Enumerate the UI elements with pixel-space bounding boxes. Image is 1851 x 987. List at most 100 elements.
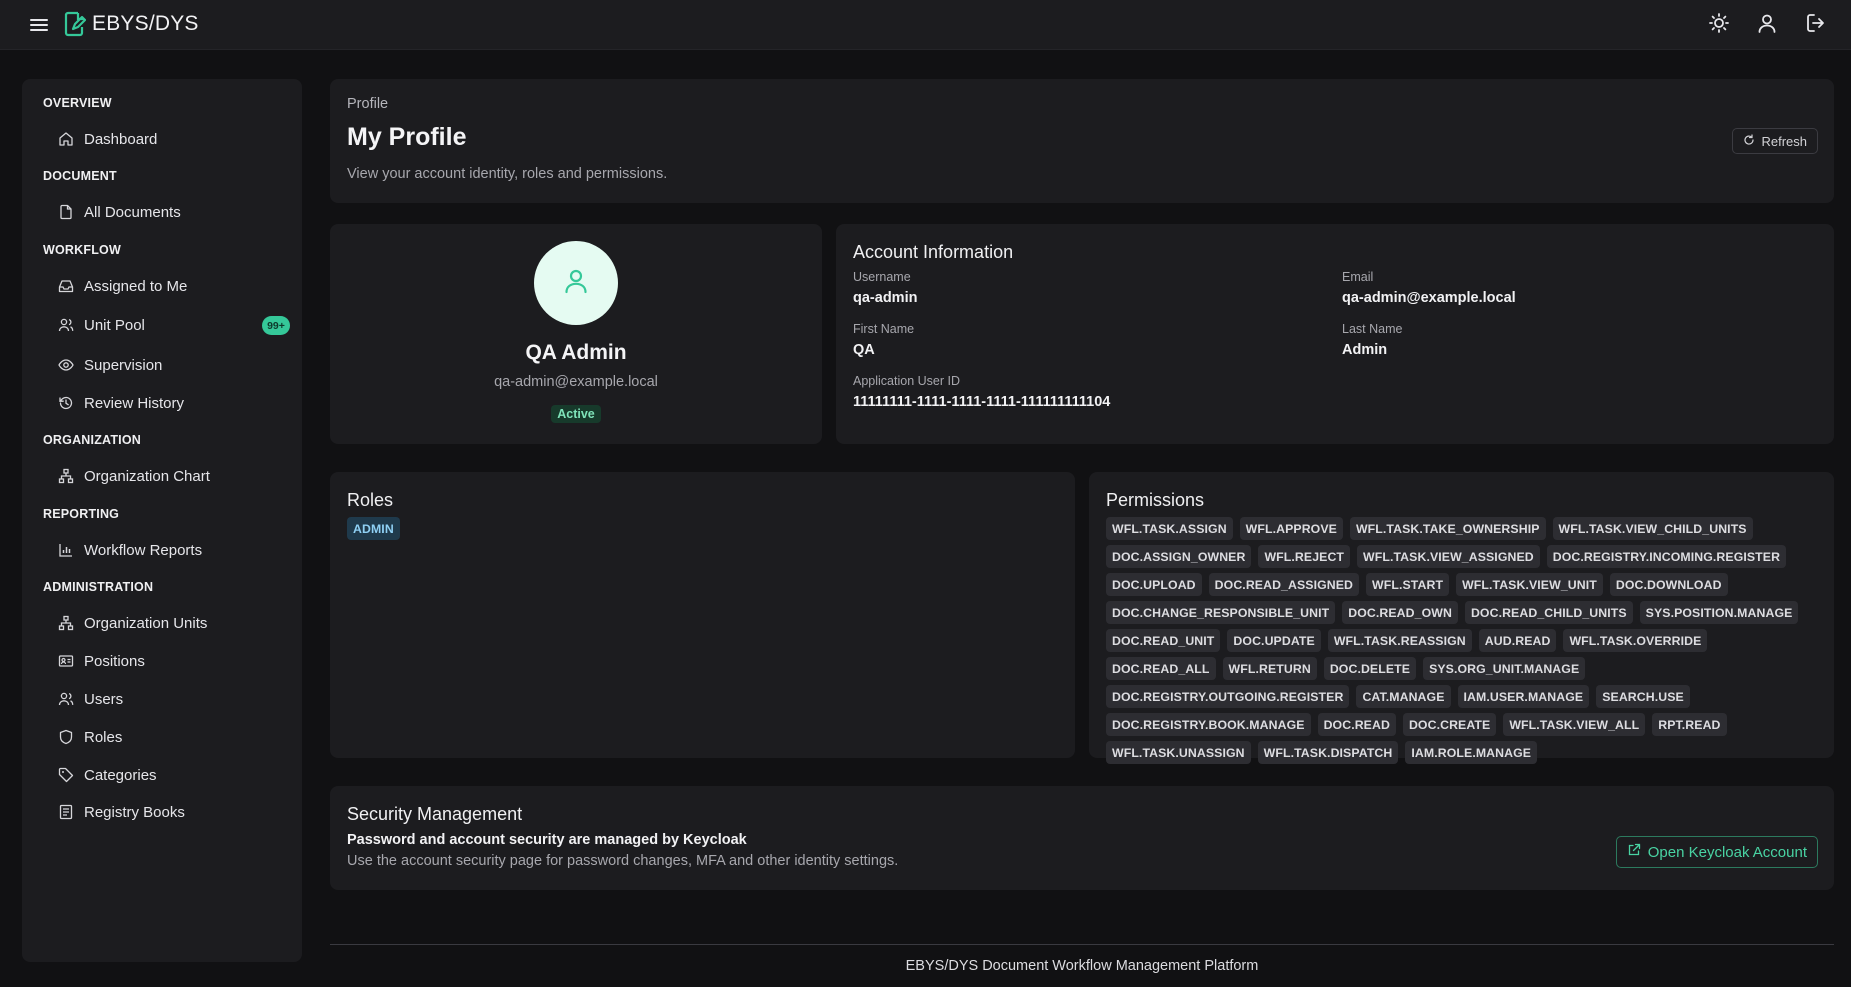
sun-icon <box>1708 13 1730 38</box>
security-management-card: Security Management Password and account… <box>330 786 1834 890</box>
permission-chip: WFL.TASK.REASSIGN <box>1327 629 1472 652</box>
email-value: qa-admin@example.local <box>1342 290 1516 306</box>
permission-chip: IAM.USER.MANAGE <box>1457 685 1590 708</box>
profile-name: QA Admin <box>525 341 627 364</box>
refresh-label: Refresh <box>1761 133 1807 149</box>
permission-chip: DOC.ASSIGN_OWNER <box>1106 545 1252 568</box>
shield-icon <box>58 729 74 745</box>
sidebar-item-supervision[interactable]: Supervision <box>58 350 290 380</box>
permission-chip: DOC.REGISTRY.INCOMING.REGISTER <box>1546 545 1787 568</box>
permission-chip: WFL.TASK.DISPATCH <box>1257 741 1399 764</box>
permission-chip: DOC.REGISTRY.BOOK.MANAGE <box>1106 713 1311 736</box>
profile-button[interactable] <box>1756 12 1782 38</box>
page-title: My Profile <box>347 123 467 151</box>
permission-chip: DOC.CREATE <box>1402 713 1497 736</box>
account-information-card: Account Information Username qa-admin Em… <box>836 224 1834 444</box>
menu-icon[interactable] <box>28 14 50 36</box>
network-icon <box>58 615 74 631</box>
username-label: Username <box>853 270 911 284</box>
sidebar-item-roles[interactable]: Roles <box>58 722 290 752</box>
footer-divider <box>330 944 1834 945</box>
sidebar-item-label: Unit Pool <box>84 316 145 334</box>
permission-chip: SEARCH.USE <box>1596 685 1690 708</box>
bar-chart-icon <box>58 542 74 558</box>
open-keycloak-account-button[interactable]: Open Keycloak Account <box>1615 836 1818 868</box>
app-user-id-label: Application User ID <box>853 374 960 388</box>
brand[interactable]: EBYS/DYS <box>64 11 199 37</box>
refresh-icon <box>1743 133 1761 149</box>
page-header: Profile My Profile View your account ide… <box>330 79 1834 203</box>
theme-toggle-button[interactable] <box>1708 12 1734 38</box>
permission-chip: SYS.POSITION.MANAGE <box>1639 601 1799 624</box>
permissions-title: Permissions <box>1106 490 1205 510</box>
sidebar-item-registry-books[interactable]: Registry Books <box>58 797 290 827</box>
sidebar-item-unit-pool[interactable]: Unit Pool 99+ <box>58 310 290 340</box>
sidebar-item-organization-units[interactable]: Organization Units <box>58 608 290 638</box>
permission-chip: RPT.READ <box>1652 713 1727 736</box>
permission-chip: DOC.DOWNLOAD <box>1609 573 1728 596</box>
sidebar-item-organization-chart[interactable]: Organization Chart <box>58 461 290 491</box>
permission-chip: DOC.UPLOAD <box>1106 573 1202 596</box>
permission-chip: WFL.TASK.OVERRIDE <box>1563 629 1708 652</box>
section-title-reporting: REPORTING <box>43 507 120 521</box>
security-title: Security Management <box>347 804 523 824</box>
sidebar-item-assigned-to-me[interactable]: Assigned to Me <box>58 271 290 301</box>
top-bar: EBYS/DYS <box>0 0 1851 50</box>
home-icon <box>58 131 74 147</box>
sidebar-item-categories[interactable]: Categories <box>58 760 290 790</box>
user-icon <box>1756 14 1778 38</box>
footer-text: EBYS/DYS Document Workflow Management Pl… <box>905 958 1259 974</box>
status-wrap: Active <box>330 405 822 423</box>
sidebar-item-label: Categories <box>84 766 157 784</box>
sidebar-item-all-documents[interactable]: All Documents <box>58 197 290 227</box>
eye-icon <box>58 357 74 373</box>
permission-chip: WFL.REJECT <box>1258 545 1351 568</box>
sidebar-item-workflow-reports[interactable]: Workflow Reports <box>58 535 290 565</box>
permission-chip: DOC.READ <box>1317 713 1396 736</box>
user-icon <box>561 266 591 301</box>
permission-chip: WFL.TASK.TAKE_OWNERSHIP <box>1349 517 1546 540</box>
app-title: EBYS/DYS <box>92 12 199 35</box>
permission-chip: DOC.READ_OWN <box>1342 601 1458 624</box>
first-name-label: First Name <box>853 322 915 336</box>
permission-chip: CAT.MANAGE <box>1356 685 1451 708</box>
permission-chip: DOC.REGISTRY.OUTGOING.REGISTER <box>1106 685 1350 708</box>
logout-button[interactable] <box>1805 12 1831 38</box>
sidebar-item-label: Assigned to Me <box>84 277 188 295</box>
permission-chip: DOC.READ_ASSIGNED <box>1208 573 1360 596</box>
sidebar-item-label: All Documents <box>84 203 181 221</box>
sidebar-item-review-history[interactable]: Review History <box>58 388 290 418</box>
permission-chip: WFL.START <box>1366 573 1450 596</box>
refresh-button[interactable]: Refresh <box>1732 128 1818 154</box>
sidebar-item-label: Users <box>84 690 124 708</box>
sidebar-item-label: Roles <box>84 728 123 746</box>
permission-chip: WFL.TASK.VIEW_ASSIGNED <box>1357 545 1540 568</box>
users-icon <box>58 691 74 707</box>
sidebar-item-users[interactable]: Users <box>58 684 290 714</box>
external-link-icon <box>1627 843 1648 861</box>
username-value: qa-admin <box>853 290 918 306</box>
permission-chip: WFL.TASK.UNASSIGN <box>1106 741 1251 764</box>
sidebar-item-positions[interactable]: Positions <box>58 646 290 676</box>
page-subtitle: View your account identity, roles and pe… <box>347 166 668 182</box>
sidebar-item-label: Review History <box>84 394 185 412</box>
sidebar-item-dashboard[interactable]: Dashboard <box>58 124 290 154</box>
permission-chip: AUD.READ <box>1478 629 1557 652</box>
section-title-document: DOCUMENT <box>43 169 117 183</box>
account-information-title: Account Information <box>853 242 1014 262</box>
sidebar-item-label: Registry Books <box>84 803 185 821</box>
sidebar: OVERVIEW Dashboard DOCUMENT All Document… <box>22 79 302 962</box>
section-title-workflow: WORKFLOW <box>43 243 121 257</box>
role-chip: ADMIN <box>347 517 400 540</box>
section-title-overview: OVERVIEW <box>43 96 112 110</box>
security-description: Use the account security page for passwo… <box>347 853 899 869</box>
open-keycloak-account-label: Open Keycloak Account <box>1647 843 1807 861</box>
sidebar-item-label: Organization Chart <box>84 467 210 485</box>
breadcrumb[interactable]: Profile <box>347 96 388 112</box>
roles-title: Roles <box>347 490 394 510</box>
permission-chip: WFL.TASK.VIEW_ALL <box>1503 713 1646 736</box>
permission-chip: SYS.ORG_UNIT.MANAGE <box>1423 657 1586 680</box>
permission-chip: DOC.READ_UNIT <box>1106 629 1221 652</box>
avatar <box>534 241 618 325</box>
permission-chip: DOC.UPDATE <box>1227 629 1321 652</box>
